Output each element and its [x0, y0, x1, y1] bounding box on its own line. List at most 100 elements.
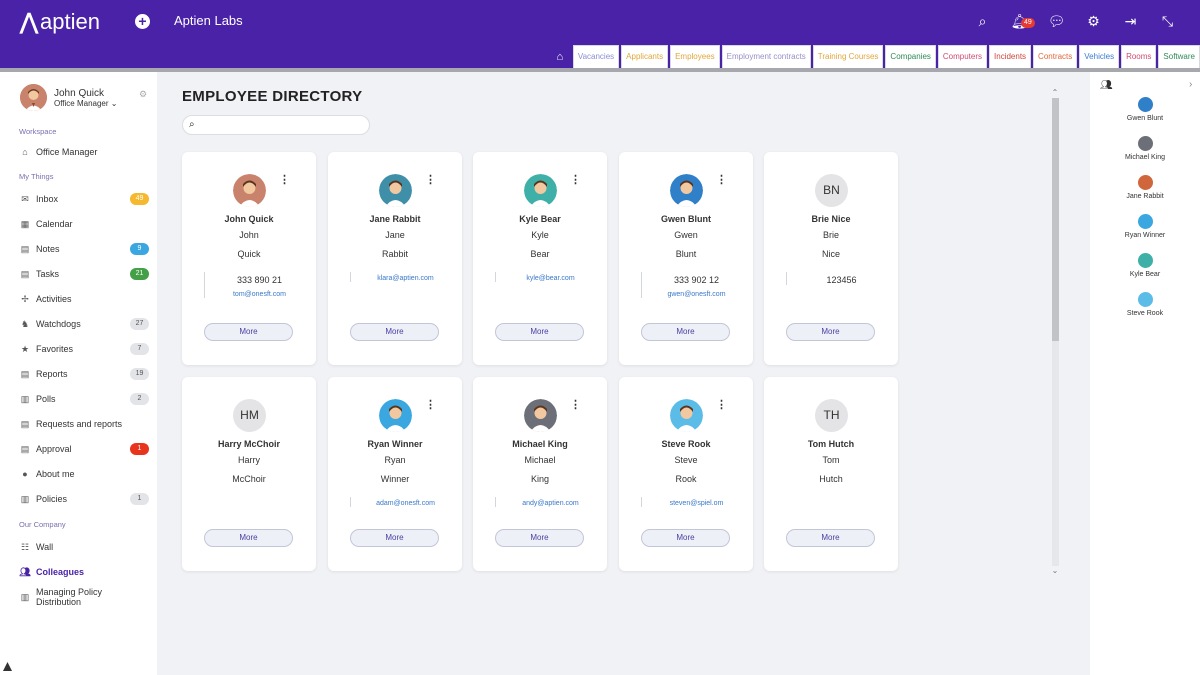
sidebar-item-activities[interactable]: ✢ Activities: [19, 290, 149, 308]
sidebar-item-wall[interactable]: ☷ Wall: [19, 538, 149, 556]
employee-full-name[interactable]: Michael King: [473, 439, 607, 449]
avatar[interactable]: [1137, 97, 1153, 112]
add-new-button[interactable]: +: [135, 14, 150, 29]
more-button[interactable]: More: [786, 529, 875, 547]
tab-companies[interactable]: Companies: [885, 45, 936, 68]
online-person[interactable]: Steve Rook: [1090, 292, 1200, 317]
tab-rooms[interactable]: Rooms: [1121, 45, 1157, 68]
sidebar-item-favorites[interactable]: ★ Favorites 7: [19, 340, 149, 358]
sidebar-item-approval[interactable]: ▤ Approval 1: [19, 440, 149, 458]
email-link[interactable]: klara@aptien.com: [365, 275, 446, 282]
employee-card[interactable]: BN Brie Nice Brie Nice 123456 More: [764, 152, 898, 365]
avatar[interactable]: [379, 174, 412, 207]
avatar[interactable]: [379, 399, 412, 432]
more-options-icon[interactable]: ⋮: [425, 175, 436, 186]
sidebar-item-colleagues[interactable]: 👥︎ Colleagues: [19, 563, 149, 581]
online-person[interactable]: Gwen Blunt: [1090, 97, 1200, 122]
employee-card[interactable]: ⋮ John Quick John Quick 333 890 21 tom@onesft…: [182, 152, 316, 365]
employee-full-name[interactable]: John Quick: [182, 214, 316, 224]
chevron-down-icon[interactable]: ⌄: [1050, 566, 1060, 575]
collapse-icon[interactable]: ⤡: [1149, 12, 1186, 30]
employee-card[interactable]: ⋮ Jane Rabbit Jane Rabbit klara@aptien.com Mo…: [328, 152, 462, 365]
user-role-dropdown[interactable]: Office Manager ⌄: [54, 99, 117, 108]
aptien-logo[interactable]: ⋀ aptien: [20, 9, 100, 35]
app-corner-icon[interactable]: [3, 662, 12, 671]
more-button[interactable]: More: [641, 529, 730, 547]
more-button[interactable]: More: [786, 323, 875, 341]
employee-card[interactable]: ⋮ Gwen Blunt Gwen Blunt 333 902 12 gwen@onesf…: [619, 152, 753, 365]
more-button[interactable]: More: [641, 323, 730, 341]
more-button[interactable]: More: [204, 323, 293, 341]
more-options-icon[interactable]: ⋮: [716, 400, 727, 411]
email-link[interactable]: kyle@bear.com: [510, 275, 591, 282]
sidebar-item-polls[interactable]: ▥ Polls 2: [19, 390, 149, 408]
sidebar-item-policy-distribution[interactable]: ▥ Managing Policy Distribution: [19, 587, 149, 607]
chevron-up-icon[interactable]: ⌃: [1050, 88, 1060, 97]
avatar[interactable]: BN: [815, 174, 848, 207]
tab-incidents[interactable]: Incidents: [989, 45, 1032, 68]
employee-full-name[interactable]: Gwen Blunt: [619, 214, 753, 224]
avatar[interactable]: [524, 174, 557, 207]
employee-full-name[interactable]: Kyle Bear: [473, 214, 607, 224]
search-icon[interactable]: ⌕: [964, 12, 1001, 30]
gear-icon[interactable]: ⚙: [1075, 12, 1112, 30]
sidebar-item-tasks[interactable]: ▤ Tasks 21: [19, 265, 149, 283]
sidebar-item-requests[interactable]: ▤ Requests and reports: [19, 415, 149, 433]
sidebar-item-about-me[interactable]: ● About me: [19, 465, 149, 483]
online-person[interactable]: Michael King: [1090, 136, 1200, 161]
employee-full-name[interactable]: Steve Rook: [619, 439, 753, 449]
sidebar-item-reports[interactable]: ▤ Reports 19: [19, 365, 149, 383]
avatar[interactable]: [1137, 175, 1153, 190]
avatar[interactable]: TH: [815, 399, 848, 432]
more-button[interactable]: More: [495, 323, 584, 341]
employee-card[interactable]: ⋮ Ryan Winner Ryan Winner adam@onesft.com Mor…: [328, 377, 462, 571]
sidebar-item-notes[interactable]: ▤ Notes 9: [19, 240, 149, 258]
online-person[interactable]: Ryan Winner: [1090, 214, 1200, 239]
logout-icon[interactable]: ⇥: [1112, 12, 1149, 30]
employee-card[interactable]: ⋮ Kyle Bear Kyle Bear kyle@bear.com More: [473, 152, 607, 365]
sidebar-item-office-manager[interactable]: ⌂ Office Manager: [19, 143, 149, 161]
more-options-icon[interactable]: ⋮: [570, 175, 581, 186]
email-link[interactable]: adam@onesft.com: [365, 500, 446, 507]
employee-card[interactable]: HM Harry McChoir Harry McChoir More: [182, 377, 316, 571]
search-input[interactable]: [203, 118, 363, 132]
avatar[interactable]: HM: [233, 399, 266, 432]
avatar[interactable]: [1137, 253, 1153, 268]
employee-full-name[interactable]: Jane Rabbit: [328, 214, 462, 224]
more-button[interactable]: More: [495, 529, 584, 547]
avatar[interactable]: [670, 174, 703, 207]
employee-card[interactable]: ⋮ Steve Rook Steve Rook steven@spiel.om More: [619, 377, 753, 571]
more-button[interactable]: More: [350, 323, 439, 341]
employee-card[interactable]: TH Tom Hutch Tom Hutch More: [764, 377, 898, 571]
more-options-icon[interactable]: ⋮: [279, 175, 290, 186]
home-icon[interactable]: ⌂: [551, 46, 569, 68]
avatar[interactable]: [1137, 214, 1153, 229]
tab-computers[interactable]: Computers: [937, 45, 988, 68]
sidebar-item-calendar[interactable]: ▦ Calendar: [19, 215, 149, 233]
sidebar-item-inbox[interactable]: ✉ Inbox 49: [19, 190, 149, 208]
tab-contracts[interactable]: Contracts: [1033, 45, 1078, 68]
user-profile[interactable]: John Quick Office Manager ⌄: [20, 84, 117, 111]
avatar[interactable]: [233, 174, 266, 207]
online-person[interactable]: Kyle Bear: [1090, 253, 1200, 278]
more-button[interactable]: More: [350, 529, 439, 547]
sidebar-item-policies[interactable]: ▥ Policies 1: [19, 490, 149, 508]
avatar[interactable]: [524, 399, 557, 432]
avatar[interactable]: [1137, 292, 1153, 307]
email-link[interactable]: tom@onesft.com: [219, 291, 300, 298]
more-options-icon[interactable]: ⋮: [425, 400, 436, 411]
tab-software[interactable]: Software: [1158, 45, 1200, 68]
email-link[interactable]: steven@spiel.om: [656, 500, 737, 507]
search-box[interactable]: ⌕: [182, 115, 370, 135]
tab-applicants[interactable]: Applicants: [621, 45, 669, 68]
avatar[interactable]: [670, 399, 703, 432]
email-link[interactable]: gwen@onesft.com: [656, 291, 737, 298]
company-name[interactable]: Aptien Labs: [174, 13, 243, 28]
avatar[interactable]: [1137, 136, 1153, 151]
employee-full-name[interactable]: Ryan Winner: [328, 439, 462, 449]
notifications-icon[interactable]: 🔔︎ 49: [1001, 12, 1038, 30]
chevron-right-icon[interactable]: ›: [1189, 79, 1192, 90]
tab-vacancies[interactable]: Vacancies: [572, 45, 620, 68]
more-button[interactable]: More: [204, 529, 293, 547]
avatar[interactable]: [20, 84, 47, 111]
